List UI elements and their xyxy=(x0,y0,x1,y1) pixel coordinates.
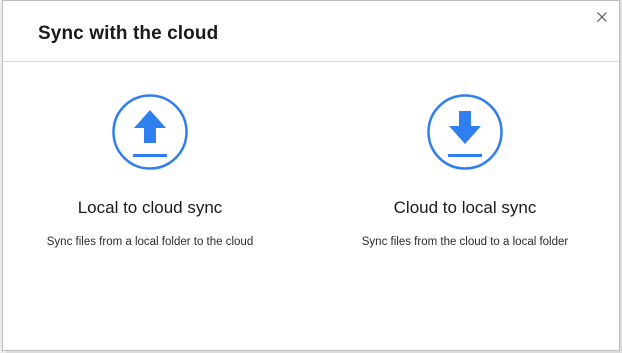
dialog-header: Sync with the cloud xyxy=(3,1,619,62)
close-icon xyxy=(597,12,607,22)
upload-icon xyxy=(112,94,188,170)
local-to-cloud-sync-option[interactable]: Local to cloud sync Sync files from a lo… xyxy=(5,93,295,248)
option-description: Sync files from a local folder to the cl… xyxy=(46,236,254,248)
option-label: Local to cloud sync xyxy=(77,198,223,217)
sync-dialog: Sync with the cloud Local to cloud sync … xyxy=(2,0,620,351)
option-label: Cloud to local sync xyxy=(393,198,537,217)
option-description: Sync files from the cloud to a local fol… xyxy=(361,236,569,248)
cloud-to-local-sync-option[interactable]: Cloud to local sync Sync files from the … xyxy=(320,93,610,248)
close-button[interactable] xyxy=(593,8,611,26)
dialog-title: Sync with the cloud xyxy=(38,23,219,44)
download-icon xyxy=(427,94,503,170)
